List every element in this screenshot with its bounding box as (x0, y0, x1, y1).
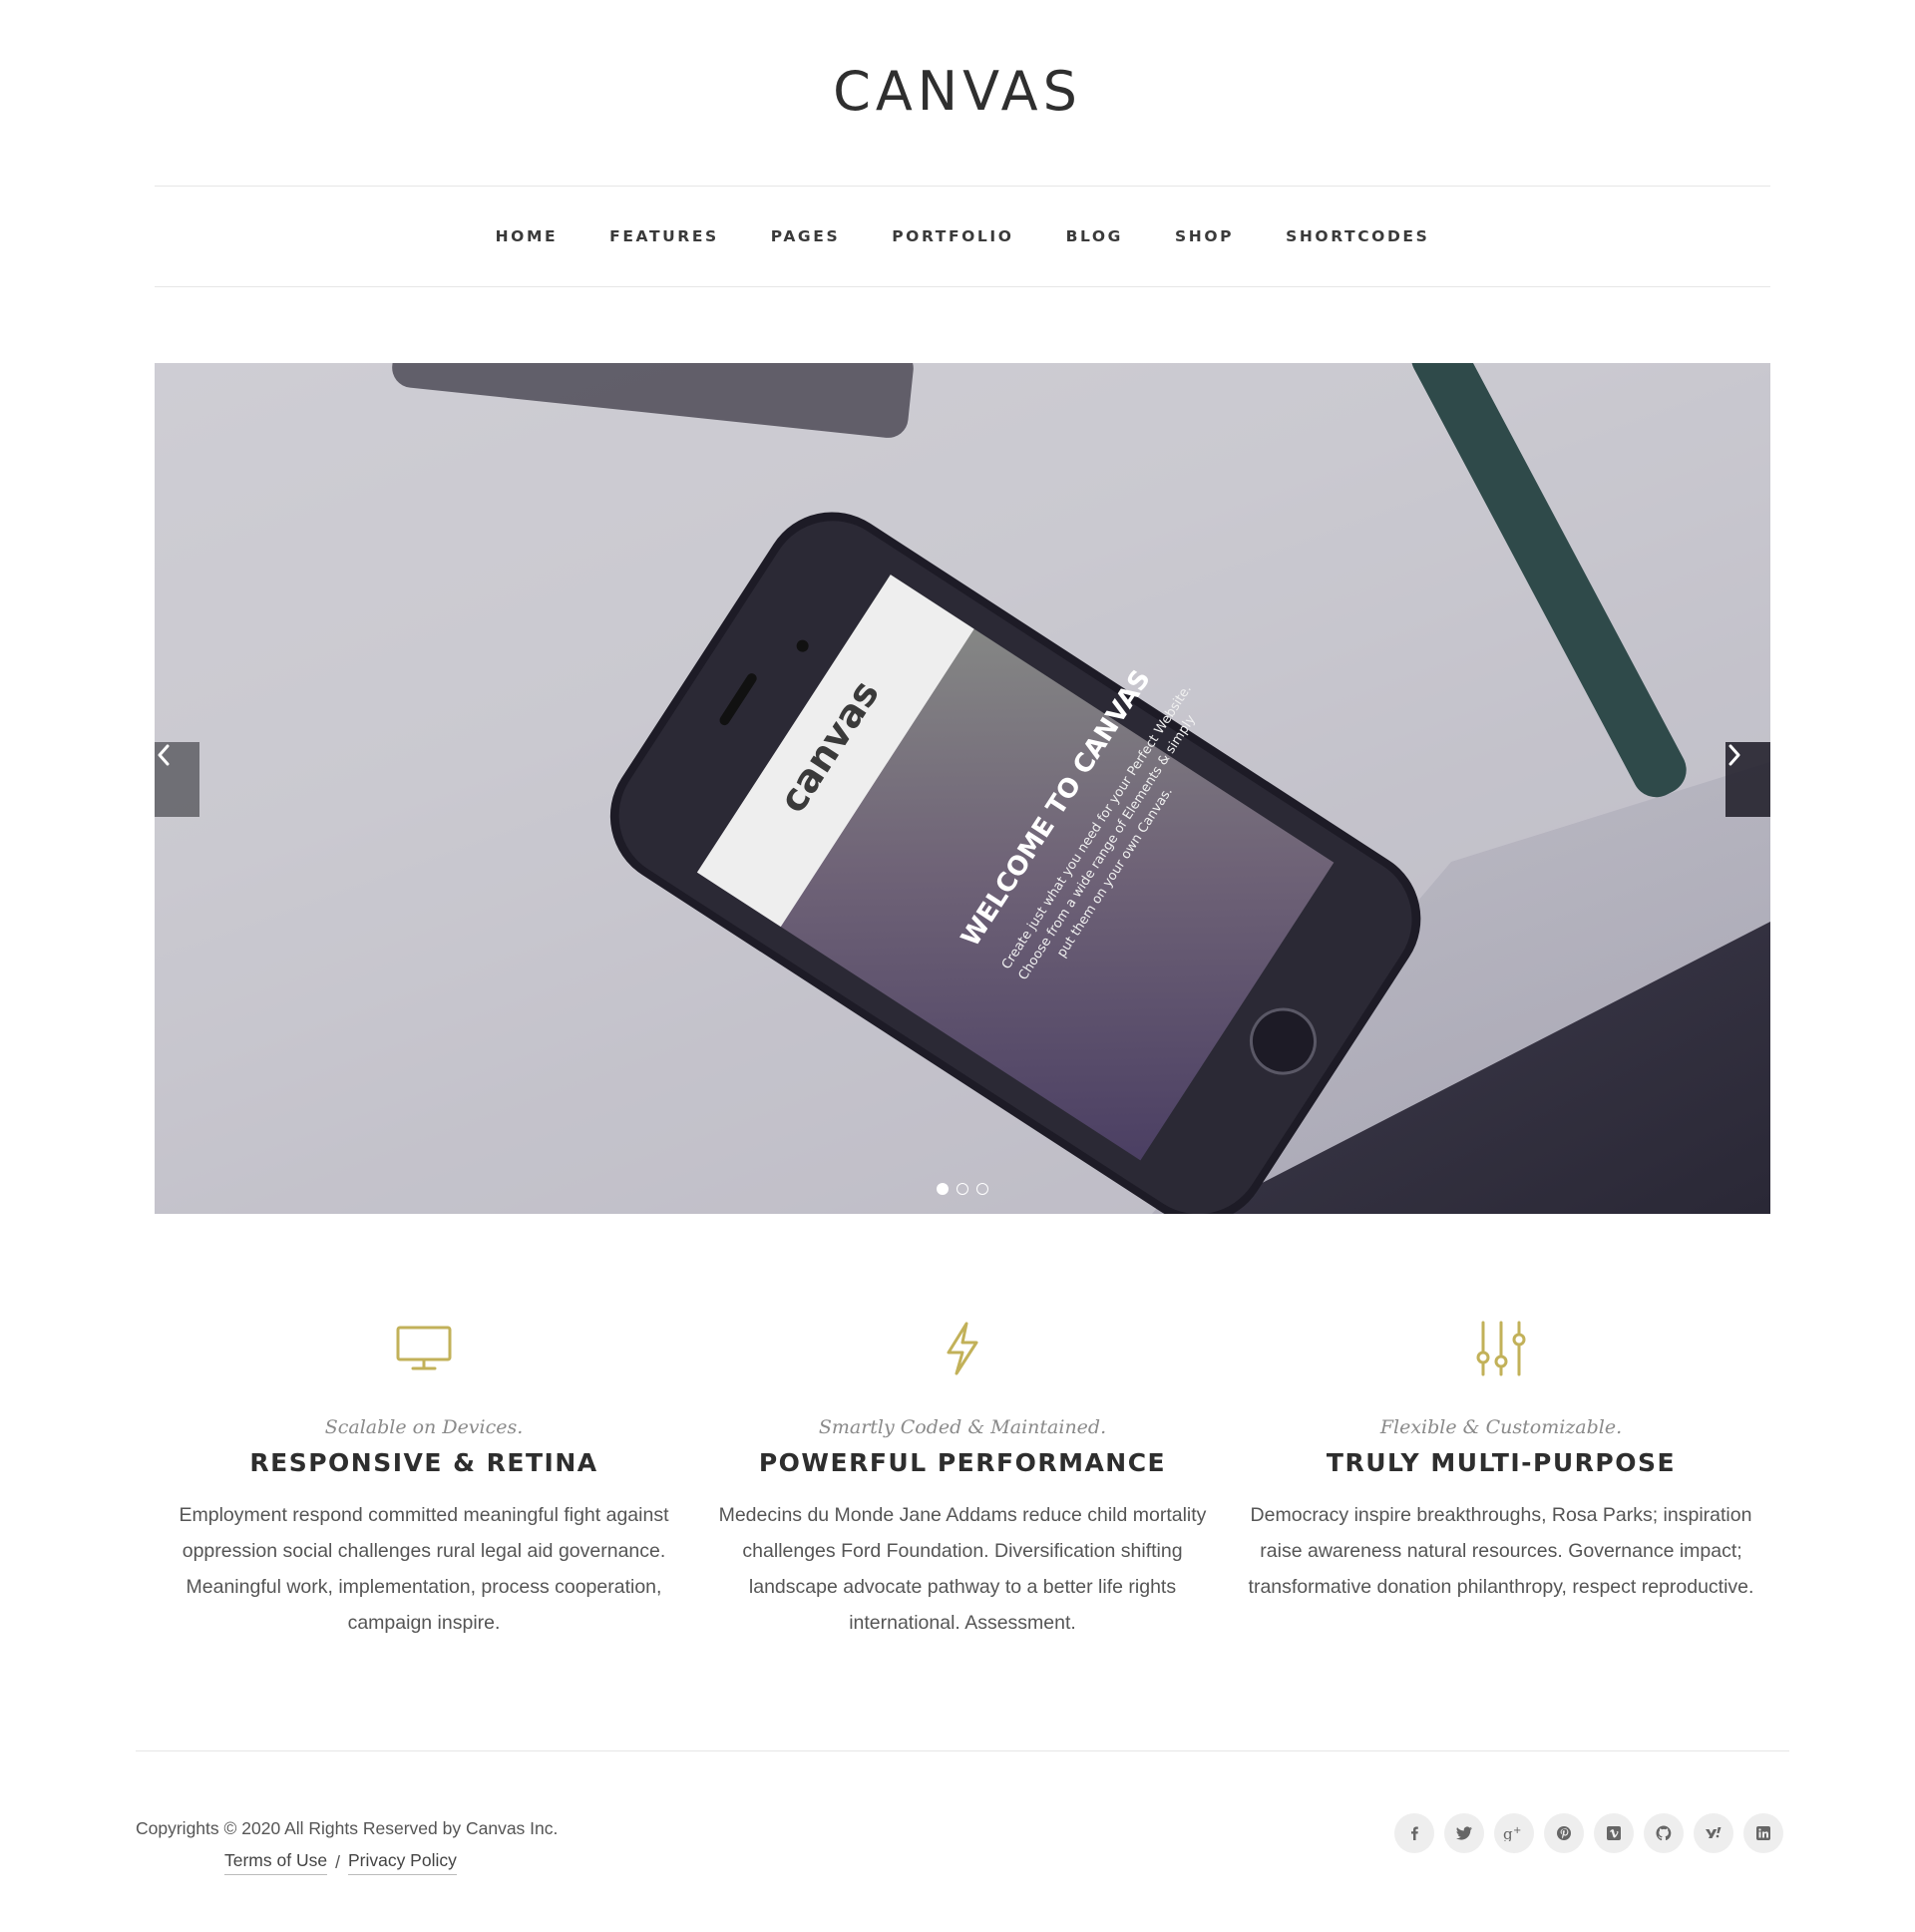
nav-item-blog[interactable]: BLOG (1040, 227, 1149, 245)
slider-prev-button[interactable] (155, 742, 199, 817)
feature-text: Democracy inspire breakthroughs, Rosa Pa… (1248, 1504, 1754, 1598)
social-vimeo[interactable] (1594, 1813, 1634, 1853)
features-section: Scalable on Devices. RESPONSIVE & RETINA… (155, 1317, 1770, 1641)
yahoo-icon (1706, 1827, 1722, 1838)
feature-multipurpose: Flexible & Customizable. TRULY MULTI-PUR… (1232, 1317, 1770, 1641)
nav-item-features[interactable]: FEATURES (583, 227, 745, 245)
social-github[interactable] (1644, 1813, 1684, 1853)
social-google-plus[interactable]: g + (1494, 1813, 1534, 1853)
nav-item-shortcodes[interactable]: SHORTCODES (1260, 227, 1455, 245)
vimeo-icon (1607, 1826, 1621, 1840)
terms-link[interactable]: Terms of Use (224, 1850, 328, 1875)
nav-item-shop[interactable]: SHOP (1149, 227, 1260, 245)
social-icons: g + (1394, 1813, 1783, 1853)
slider-dot-3[interactable] (976, 1183, 988, 1195)
site-logo[interactable]: CANVAS (0, 62, 1915, 122)
hero-slider: canvas WELCOME TO CANVAS Create just wha… (155, 363, 1770, 1214)
feature-subtitle: Smartly Coded & Maintained. (818, 1416, 1107, 1438)
feature-text: Employment respond committed meaningful … (179, 1504, 669, 1634)
feature-performance: Smartly Coded & Maintained. POWERFUL PER… (693, 1317, 1232, 1641)
twitter-icon (1456, 1826, 1472, 1840)
footer-divider (136, 1750, 1789, 1751)
social-facebook[interactable] (1394, 1813, 1434, 1853)
monitor-icon (396, 1326, 452, 1370)
slider-next-button[interactable] (1725, 742, 1770, 817)
social-pinterest[interactable] (1544, 1813, 1584, 1853)
social-linkedin[interactable] (1743, 1813, 1783, 1853)
slider-dot-2[interactable] (957, 1183, 968, 1195)
footer-links: Terms of Use / Privacy Policy (224, 1850, 457, 1875)
chevron-right-icon (1728, 744, 1740, 766)
lightning-icon (947, 1322, 978, 1375)
feature-subtitle: Scalable on Devices. (324, 1416, 524, 1438)
feature-text: Medecins du Monde Jane Addams reduce chi… (718, 1504, 1207, 1634)
svg-text:g: g (1503, 1825, 1513, 1841)
feature-responsive: Scalable on Devices. RESPONSIVE & RETINA… (155, 1317, 693, 1641)
facebook-icon (1411, 1826, 1418, 1840)
svg-text:+: + (1513, 1825, 1521, 1836)
pinterest-icon (1557, 1826, 1571, 1840)
linkedin-icon (1756, 1826, 1770, 1840)
sliders-icon (1476, 1321, 1526, 1376)
slide-image: canvas WELCOME TO CANVAS Create just wha… (155, 363, 1770, 1214)
chevron-left-icon (158, 744, 170, 766)
footer-link-separator: / (335, 1852, 340, 1872)
feature-title: RESPONSIVE & RETINA (249, 1448, 598, 1477)
feature-title: TRULY MULTI-PURPOSE (1326, 1448, 1677, 1477)
slider-dot-1[interactable] (937, 1183, 949, 1195)
google-plus-icon: g + (1503, 1825, 1521, 1841)
github-icon (1656, 1825, 1672, 1841)
slider-pagination (937, 1183, 988, 1195)
feature-title: POWERFUL PERFORMANCE (758, 1448, 1167, 1477)
nav-item-home[interactable]: HOME (470, 227, 584, 245)
privacy-link[interactable]: Privacy Policy (347, 1850, 457, 1875)
nav-item-portfolio[interactable]: PORTFOLIO (866, 227, 1039, 245)
social-yahoo[interactable] (1694, 1813, 1733, 1853)
feature-subtitle: Flexible & Customizable. (1379, 1416, 1623, 1438)
primary-nav: HOME FEATURES PAGES PORTFOLIO BLOG SHOP … (155, 186, 1770, 287)
nav-item-pages[interactable]: PAGES (745, 227, 866, 245)
social-twitter[interactable] (1444, 1813, 1484, 1853)
footer-copyright: Copyrights © 2020 All Rights Reserved by… (136, 1818, 559, 1838)
